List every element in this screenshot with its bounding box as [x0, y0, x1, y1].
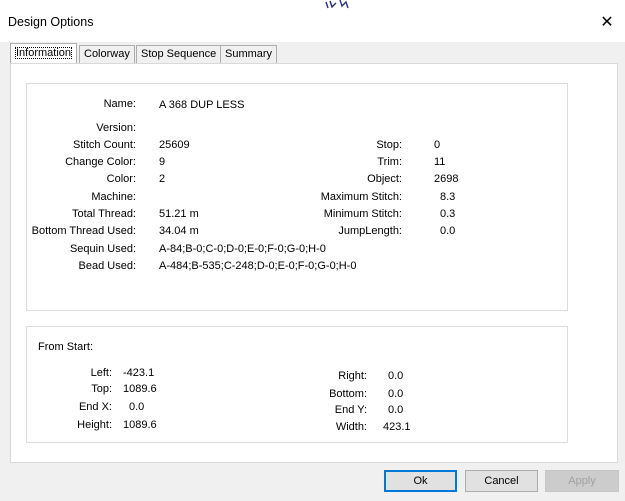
tab-stop-sequence[interactable]: Stop Sequence [136, 45, 222, 63]
stop-label: Stop: [376, 139, 402, 151]
bead-label: Bead Used: [78, 260, 136, 272]
from-start-group: From Start: Left: -423.1 Top: 1089.6 End… [26, 326, 568, 443]
name-label: Name: [103, 98, 136, 110]
window-title: Design Options [8, 15, 94, 29]
stitch-count-label: Stitch Count: [73, 139, 136, 151]
bead-value: A-484;B-535;C-248;D-0;E-0;F-0;G-0;H-0 [159, 260, 357, 272]
bottom-value: 0.0 [388, 388, 404, 400]
top-label: Top: [91, 383, 112, 395]
trim-value: 11 [434, 156, 446, 168]
tab-label: Information [15, 47, 73, 59]
height-label: Height: [77, 419, 112, 431]
jump-length-label: JumpLength: [338, 225, 402, 237]
object-value: 2698 [434, 173, 459, 185]
bottom-thread-value: 34.04 m [159, 225, 199, 237]
stitch-count-value: 25609 [159, 139, 190, 151]
cancel-button[interactable]: Cancel [465, 470, 538, 492]
total-thread-value: 51.21 m [159, 208, 199, 220]
bottom-thread-label: Bottom Thread Used: [31, 225, 136, 237]
total-thread-label: Total Thread: [71, 208, 136, 220]
height-value: 1089.6 [123, 419, 157, 431]
right-label: Right: [338, 370, 367, 382]
design-info-group: Name: A 368 DUP LESS Version: Stitch Cou… [26, 83, 568, 311]
tab-label: Stop Sequence [141, 48, 217, 60]
jump-length-value: 0.0 [440, 225, 456, 237]
apply-button[interactable]: Apply [545, 470, 619, 492]
tab-summary[interactable]: Summary [220, 45, 278, 63]
end-y-label: End Y: [334, 404, 367, 416]
machine-label: Machine: [91, 191, 136, 203]
from-start-title: From Start: [38, 341, 94, 353]
design-options-dialog: Design Options ✕ Information Colorway St… [0, 0, 625, 501]
tab-label: Summary [225, 48, 273, 60]
object-label: Object: [367, 173, 402, 185]
left-label: Left: [90, 367, 112, 379]
top-value: 1089.6 [123, 383, 157, 395]
tab-information[interactable]: Information [10, 43, 78, 63]
trim-label: Trim: [377, 156, 402, 168]
name-value: A 368 DUP LESS [159, 99, 245, 111]
width-label: Width: [335, 421, 367, 433]
max-stitch-value: 8.3 [440, 191, 456, 203]
change-color-label: Change Color: [65, 156, 136, 168]
close-icon[interactable]: ✕ [595, 12, 619, 34]
color-value: 2 [159, 173, 166, 185]
version-label: Version: [96, 122, 136, 134]
color-label: Color: [106, 173, 136, 185]
change-color-value: 9 [159, 156, 166, 168]
right-value: 0.0 [388, 370, 404, 382]
bottom-label: Bottom: [329, 388, 367, 400]
width-value: 423.1 [383, 421, 411, 433]
end-y-value: 0.0 [388, 404, 404, 416]
sequin-value: A-84;B-0;C-0;D-0;E-0;F-0;G-0;H-0 [159, 243, 326, 255]
cursor-artifact-icon [325, 0, 349, 9]
stop-value: 0 [434, 139, 441, 151]
ok-button[interactable]: Ok [384, 470, 457, 492]
end-x-label: End X: [78, 401, 112, 413]
tab-colorway[interactable]: Colorway [79, 45, 135, 63]
min-stitch-label: Minimum Stitch: [323, 208, 402, 220]
information-panel: Name: A 368 DUP LESS Version: Stitch Cou… [10, 63, 618, 463]
sequin-label: Sequin Used: [69, 243, 136, 255]
tab-label: Colorway [84, 48, 130, 60]
left-value: -423.1 [123, 367, 155, 379]
end-x-value: 0.0 [129, 401, 145, 413]
title-bar: Design Options ✕ [0, 0, 625, 42]
max-stitch-label: Maximum Stitch: [320, 191, 402, 203]
min-stitch-value: 0.3 [440, 208, 456, 220]
